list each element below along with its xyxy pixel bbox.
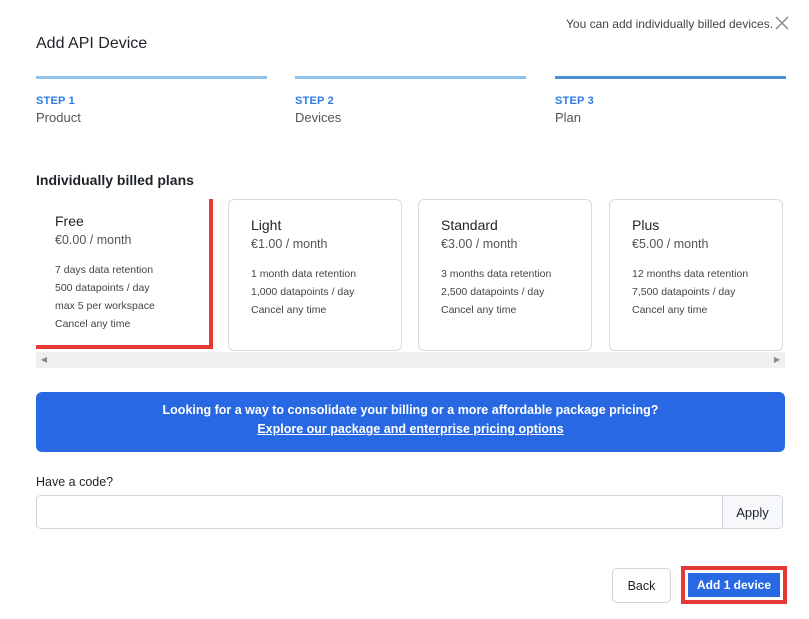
- step-devices[interactable]: STEP 2 Devices: [295, 76, 526, 125]
- plan-price: €1.00 / month: [251, 237, 328, 251]
- code-label: Have a code?: [36, 475, 114, 489]
- plan-feature: Cancel any time: [632, 304, 708, 316]
- plan-feature: 500 datapoints / day: [55, 282, 150, 294]
- plan-features: 3 months data retention 2,500 datapoints…: [441, 265, 591, 319]
- plan-feature: 1,000 datapoints / day: [251, 286, 355, 298]
- apply-button[interactable]: Apply: [722, 496, 782, 528]
- plan-features: 1 month data retention 1,000 datapoints …: [251, 265, 401, 319]
- plan-name: Light: [251, 217, 282, 233]
- step-bar: [36, 76, 267, 79]
- plan-feature: 2,500 datapoints / day: [441, 286, 545, 298]
- step-bar: [555, 76, 786, 79]
- step-label: Devices: [295, 110, 342, 125]
- plan-feature: Cancel any time: [55, 318, 131, 330]
- step-bar: [295, 76, 526, 79]
- add-device-highlight: Add 1 device: [681, 566, 787, 604]
- plan-name: Plus: [632, 217, 660, 233]
- plans-section-title: Individually billed plans: [36, 172, 194, 188]
- code-input-group: Apply: [36, 495, 783, 529]
- close-icon: [775, 16, 789, 30]
- plan-price: €5.00 / month: [632, 237, 709, 251]
- plan-price: €0.00 / month: [55, 233, 132, 247]
- plan-feature: 7 days data retention: [55, 264, 154, 276]
- stepper: STEP 1 Product STEP 2 Devices STEP 3 Pla…: [36, 76, 786, 136]
- plan-card-light[interactable]: Light €1.00 / month 1 month data retenti…: [228, 199, 402, 351]
- plan-card-plus[interactable]: Plus €5.00 / month 12 months data retent…: [609, 199, 783, 351]
- plan-feature: 3 months data retention: [441, 268, 552, 280]
- scroll-left-icon[interactable]: ◀: [39, 355, 49, 365]
- plan-price: €3.00 / month: [441, 237, 518, 251]
- plan-card-free[interactable]: Free €0.00 / month 7 days data retention…: [36, 199, 213, 349]
- plans-carousel: Free €0.00 / month 7 days data retention…: [36, 199, 785, 369]
- add-device-button[interactable]: Add 1 device: [688, 573, 780, 597]
- header-note: You can add individually billed devices.: [566, 17, 774, 31]
- step-number: STEP 3: [555, 95, 594, 107]
- plan-features: 7 days data retention 500 datapoints / d…: [55, 261, 209, 333]
- scroll-right-icon[interactable]: ▶: [772, 355, 782, 365]
- step-product[interactable]: STEP 1 Product: [36, 76, 267, 125]
- plan-feature: 1 month data retention: [251, 268, 357, 280]
- plan-feature: Cancel any time: [441, 304, 517, 316]
- plan-card-standard[interactable]: Standard €3.00 / month 3 months data ret…: [418, 199, 592, 351]
- plan-feature: 12 months data retention: [632, 268, 749, 280]
- promo-text: Looking for a way to consolidate your bi…: [162, 403, 659, 417]
- plans-scrollbar[interactable]: ◀ ▶: [36, 352, 785, 368]
- step-plan[interactable]: STEP 3 Plan: [555, 76, 786, 125]
- back-button[interactable]: Back: [612, 568, 671, 603]
- plan-feature: max 5 per workspace: [55, 300, 155, 312]
- plan-feature: Cancel any time: [251, 304, 327, 316]
- promo-link[interactable]: Explore our package and enterprise prici…: [36, 422, 785, 436]
- plan-name: Standard: [441, 217, 498, 233]
- step-number: STEP 1: [36, 95, 75, 107]
- close-button[interactable]: [772, 13, 792, 33]
- add-api-device-modal: You can add individually billed devices.…: [0, 0, 809, 619]
- pricing-promo-banner: Looking for a way to consolidate your bi…: [36, 392, 785, 452]
- step-label: Product: [36, 110, 81, 125]
- plan-features: 12 months data retention 7,500 datapoint…: [632, 265, 782, 319]
- plan-feature: 7,500 datapoints / day: [632, 286, 736, 298]
- plan-name: Free: [55, 213, 84, 229]
- step-number: STEP 2: [295, 95, 334, 107]
- modal-title: Add API Device: [36, 35, 148, 52]
- step-label: Plan: [555, 110, 582, 125]
- code-input[interactable]: [37, 496, 722, 528]
